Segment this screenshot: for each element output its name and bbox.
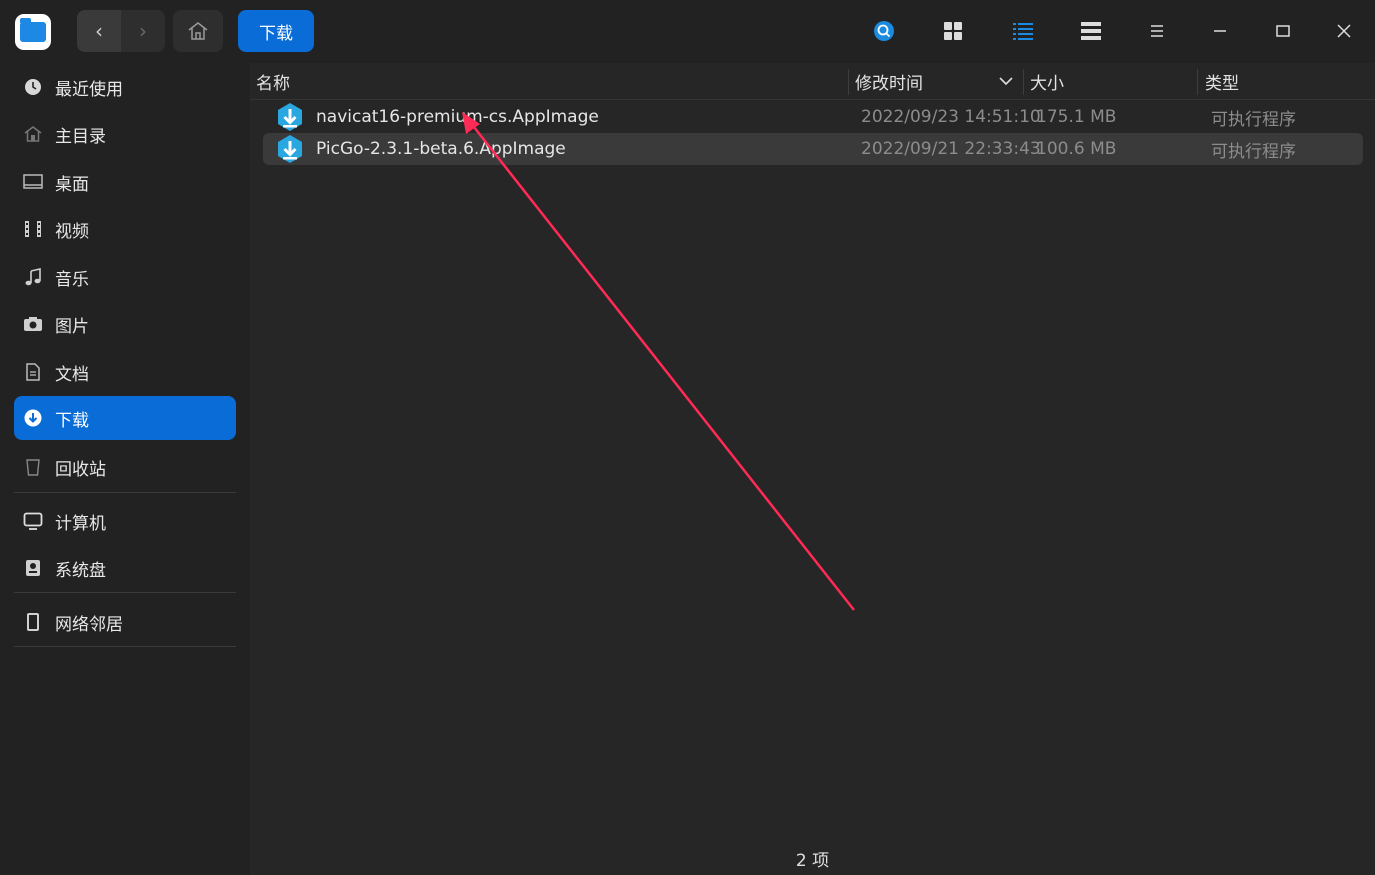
menu-icon (1151, 25, 1163, 37)
file-manager-window: ‹ › 下载 最近使用 主目录 桌面 视频 音乐 图片 文档 下载 回收站 计算… (0, 0, 1375, 875)
sidebar-item-home[interactable]: 主目录 (14, 112, 236, 156)
desktop-icon (23, 172, 43, 192)
sidebar-item-network[interactable]: 网络邻居 (14, 600, 236, 644)
file-type: 可执行程序 (1211, 141, 1296, 162)
sidebar-item-label: 视频 (55, 221, 89, 242)
sidebar-item-trash[interactable]: 回收站 (14, 445, 236, 489)
file-name: navicat16-premium-cs.AppImage (316, 107, 599, 127)
forward-icon: › (139, 19, 147, 43)
sidebar-item-label: 网络邻居 (55, 614, 123, 635)
sidebar-item-label: 桌面 (55, 174, 89, 195)
sidebar-item-label: 文档 (55, 364, 89, 385)
sidebar-divider (14, 592, 236, 593)
navigation-buttons: ‹ › (77, 10, 165, 52)
minimize-icon (1214, 30, 1226, 32)
column-separator[interactable] (1023, 69, 1024, 95)
home-button[interactable] (173, 10, 223, 52)
maximize-icon (1276, 25, 1290, 37)
file-size: 175.1 MB (1036, 107, 1117, 127)
titlebar: ‹ › 下载 (0, 0, 1375, 63)
sidebar-item-label: 最近使用 (55, 79, 123, 100)
main-menu-button[interactable] (1142, 16, 1172, 46)
table-row[interactable]: navicat16-premium-cs.AppImage 2022/09/23… (263, 101, 1363, 133)
download-icon (23, 408, 43, 428)
column-modified[interactable]: 修改时间 (855, 63, 923, 99)
sidebar-item-label: 图片 (55, 316, 89, 337)
camera-icon (23, 314, 43, 334)
file-list-area: 名称 修改时间 大小 类型 navicat16-premium-cs.AppIm… (250, 63, 1375, 875)
close-icon (1337, 24, 1351, 38)
tree-view-button[interactable] (1076, 16, 1106, 46)
appimage-file-icon (278, 103, 302, 131)
sidebar-item-pictures[interactable]: 图片 (14, 302, 236, 346)
close-button[interactable] (1329, 16, 1359, 46)
film-icon (23, 219, 43, 239)
document-icon (23, 362, 43, 382)
tree-view-icon (1081, 22, 1101, 40)
column-separator[interactable] (1197, 69, 1198, 95)
grid-view-button[interactable] (938, 16, 968, 46)
sidebar-item-label: 音乐 (55, 269, 89, 290)
sidebar-divider (14, 492, 236, 493)
search-icon (874, 21, 894, 41)
appimage-file-icon (278, 135, 302, 163)
back-button[interactable]: ‹ (77, 10, 121, 52)
list-view-icon (1013, 23, 1033, 40)
sidebar-item-label: 计算机 (55, 513, 106, 534)
sort-indicator[interactable] (999, 63, 1013, 99)
file-manager-app-icon (15, 14, 51, 50)
file-size: 100.6 MB (1036, 139, 1117, 159)
sidebar: 最近使用 主目录 桌面 视频 音乐 图片 文档 下载 回收站 计算机 系统盘 网… (0, 63, 250, 875)
sidebar-item-documents[interactable]: 文档 (14, 350, 236, 394)
column-separator[interactable] (848, 69, 849, 95)
column-header: 名称 修改时间 大小 类型 (250, 63, 1375, 100)
list-view-button[interactable] (1008, 16, 1038, 46)
sidebar-item-label: 主目录 (55, 126, 106, 147)
file-modified: 2022/09/23 14:51:10 (861, 107, 1041, 127)
status-bar-count: 2 项 (795, 851, 830, 871)
network-icon (23, 612, 43, 632)
sidebar-item-recent[interactable]: 最近使用 (14, 65, 236, 109)
disk-icon (23, 558, 43, 578)
forward-button[interactable]: › (121, 10, 165, 52)
chevron-down-icon (999, 77, 1013, 86)
back-icon: ‹ (95, 19, 103, 43)
sidebar-item-downloads[interactable]: 下载 (14, 396, 236, 440)
sidebar-item-music[interactable]: 音乐 (14, 255, 236, 299)
grid-view-icon (944, 22, 962, 40)
sidebar-item-label: 系统盘 (55, 560, 106, 581)
sidebar-item-label: 回收站 (55, 459, 106, 480)
maximize-button[interactable] (1268, 16, 1298, 46)
sidebar-divider (14, 646, 236, 647)
column-type[interactable]: 类型 (1205, 63, 1239, 99)
breadcrumb-current[interactable]: 下载 (238, 10, 314, 52)
home-icon (188, 22, 208, 40)
sidebar-item-desktop[interactable]: 桌面 (14, 160, 236, 204)
file-type: 可执行程序 (1211, 109, 1296, 130)
home-icon (23, 124, 43, 144)
monitor-icon (23, 511, 43, 531)
file-modified: 2022/09/21 22:33:43 (861, 139, 1041, 159)
sidebar-item-system-disk[interactable]: 系统盘 (14, 546, 236, 590)
table-row[interactable]: PicGo-2.3.1-beta.6.AppImage 2022/09/21 2… (263, 133, 1363, 165)
trash-icon (23, 457, 43, 477)
clock-icon (23, 77, 43, 97)
music-icon (23, 267, 43, 287)
sidebar-item-videos[interactable]: 视频 (14, 207, 236, 251)
sidebar-item-label: 下载 (55, 410, 89, 431)
column-size[interactable]: 大小 (1030, 63, 1064, 99)
search-button[interactable] (869, 16, 899, 46)
minimize-button[interactable] (1205, 16, 1235, 46)
sidebar-item-computer[interactable]: 计算机 (14, 499, 236, 543)
column-name[interactable]: 名称 (256, 63, 290, 99)
file-name: PicGo-2.3.1-beta.6.AppImage (316, 139, 566, 159)
